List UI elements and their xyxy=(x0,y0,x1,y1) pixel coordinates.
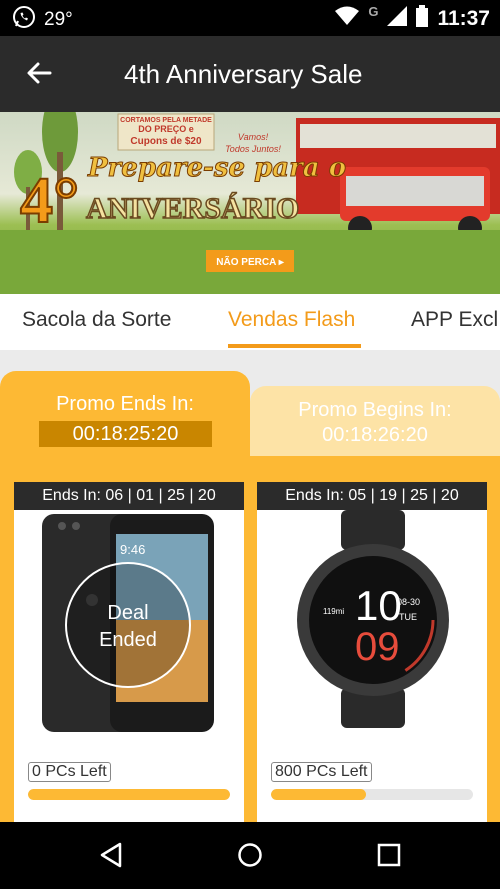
back-arrow-icon[interactable] xyxy=(24,58,54,88)
stock-progress-fill xyxy=(271,789,366,800)
phone-screen-time: 9:46 xyxy=(120,542,145,557)
tab-app-exclusive[interactable]: APP Excl xyxy=(411,308,498,332)
whatsapp-icon xyxy=(12,5,36,35)
watch-miles: 119mi xyxy=(323,607,344,616)
watch-minute: 09 xyxy=(355,625,400,669)
promo-begins-label: Promo Begins In: xyxy=(298,399,452,421)
active-tab-indicator xyxy=(228,344,361,348)
product-card-watch[interactable]: Ends In: 05 | 19 | 25 | 20 10 09 08-30 T… xyxy=(257,482,487,822)
ends-in-label: Ends In: 05 | 19 | 25 | 20 xyxy=(257,482,487,510)
promo-ends-timer: 00:18:25:20 xyxy=(39,421,212,447)
promo-begins-timer: 00:18:26:20 xyxy=(322,424,428,446)
nav-back-icon[interactable] xyxy=(98,842,124,873)
banner-cta: NÃO PERCA ▸ xyxy=(216,255,284,268)
sign-text-1: CORTAMOS PELA METADE xyxy=(120,117,212,124)
promo-begins-tab[interactable]: Promo Begins In: 00:18:26:20 xyxy=(250,386,500,456)
watch-hour: 10 xyxy=(355,582,402,629)
watch-image: 10 09 08-30 TUE 119mi xyxy=(297,510,449,728)
app-bar: 4th Anniversary Sale xyxy=(0,36,500,112)
sign-text-3: Cupons de $20 xyxy=(130,136,202,147)
deal-ended-overlay: Deal Ended xyxy=(99,602,157,651)
pcs-left-label: 0 PCs Left xyxy=(28,762,111,782)
network-type-text: G xyxy=(368,3,379,19)
wifi-icon xyxy=(335,6,360,32)
nav-recents-icon[interactable] xyxy=(377,843,401,872)
bubble-text-1: Vamos! xyxy=(238,132,269,142)
category-tabs: Sacola da Sorte Vendas Flash APP Excl xyxy=(0,294,500,350)
stock-progress-bar xyxy=(271,789,473,800)
battery-icon xyxy=(416,5,429,33)
pcs-left-label: 800 PCs Left xyxy=(271,762,372,782)
ends-in-label: Ends In: 06 | 01 | 25 | 20 xyxy=(14,482,244,510)
system-nav-bar xyxy=(0,822,500,889)
sign-text-2: DO PREÇO e xyxy=(138,124,194,134)
page-title: 4th Anniversary Sale xyxy=(124,59,363,89)
anniversary-banner[interactable]: CORTAMOS PELA METADE DO PREÇO e Cupons d… xyxy=(0,112,500,294)
promo-ends-label: Promo Ends In: xyxy=(56,393,194,415)
banner-headline: ANIVERSÁRIO xyxy=(86,192,299,225)
nav-home-icon[interactable] xyxy=(237,842,263,873)
stock-progress-bar xyxy=(28,789,230,800)
signal-icon xyxy=(387,6,408,32)
watch-date: 08-30 xyxy=(397,597,420,607)
banner-script-text: Prepare-se para o xyxy=(87,153,346,183)
tab-vendas-flash[interactable]: Vendas Flash xyxy=(228,308,355,332)
tab-sacola-da-sorte[interactable]: Sacola da Sorte xyxy=(22,308,171,332)
watch-day: TUE xyxy=(399,612,417,622)
product-card-phone[interactable]: Ends In: 06 | 01 | 25 | 20 9:46 Deal End… xyxy=(14,482,244,822)
stock-progress-fill xyxy=(28,789,230,800)
clock-text: 11:37 xyxy=(437,7,490,30)
status-bar: 29° G 11:37 xyxy=(0,0,500,36)
banner-number: 4° xyxy=(20,164,79,237)
temperature-text: 29° xyxy=(44,9,73,30)
